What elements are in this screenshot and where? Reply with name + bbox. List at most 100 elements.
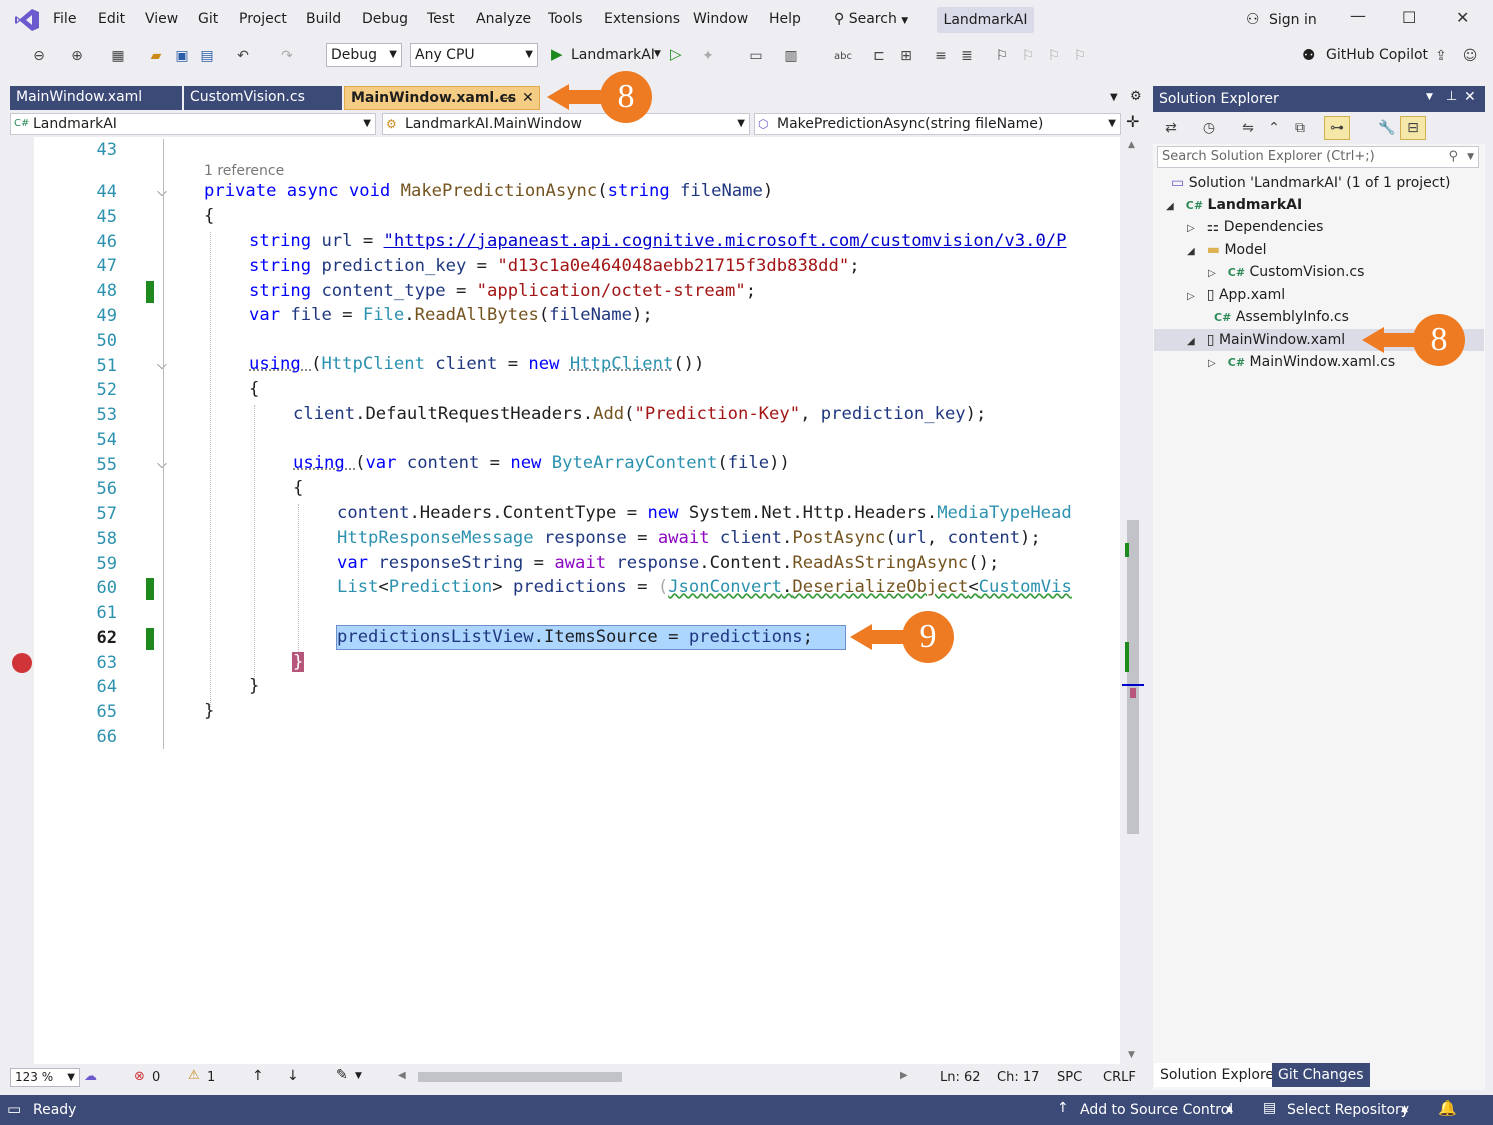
tab-git-changes[interactable]: Git Changes: [1272, 1063, 1370, 1087]
intellicode-icon[interactable]: ☁: [84, 1069, 97, 1084]
tree-item-app-xaml[interactable]: ▷ ▯ App.xaml: [1187, 285, 1285, 307]
menu-analyze[interactable]: Analyze: [476, 11, 531, 27]
add-to-source-control-button[interactable]: Add to Source Control: [1080, 1102, 1233, 1118]
tab-solution-explorer[interactable]: Solution Explorer: [1154, 1063, 1286, 1087]
codelens-references[interactable]: 1 reference: [204, 163, 284, 179]
whitespace-indicator[interactable]: SPC: [1057, 1070, 1082, 1085]
tree-item-dependencies[interactable]: ▷ ⚏ Dependencies: [1187, 217, 1323, 239]
code-line-58[interactable]: HttpResponseMessage response = await cli…: [337, 528, 1041, 548]
save-all-icon[interactable]: ▤: [196, 45, 218, 67]
menu-debug[interactable]: Debug: [362, 11, 408, 27]
zoom-dropdown[interactable]: 123 % ▼: [10, 1068, 80, 1087]
scroll-right-icon[interactable]: ▶: [900, 1070, 908, 1081]
menu-edit[interactable]: Edit: [98, 11, 125, 27]
pending-changes-icon[interactable]: ◷: [1198, 117, 1220, 139]
maximize-button[interactable]: ☐: [1402, 8, 1416, 27]
code-line-47[interactable]: string prediction_key = "d13c1a0e464048a…: [249, 256, 860, 276]
sign-in-link[interactable]: Sign in: [1269, 12, 1317, 28]
scroll-left-icon[interactable]: ◀: [398, 1070, 406, 1081]
next-issue-icon[interactable]: ↓: [287, 1068, 299, 1084]
properties-icon[interactable]: 🔧: [1376, 117, 1398, 139]
start-debugging-icon[interactable]: ▶: [551, 45, 563, 63]
collapse-chevron-icon[interactable]: ⌵: [157, 185, 167, 200]
expanded-triangle-icon[interactable]: ◢: [1166, 201, 1177, 212]
indent-icon[interactable]: ≡: [930, 45, 952, 67]
save-icon[interactable]: ▣: [171, 45, 193, 67]
chevron-down-icon[interactable]: ▼: [654, 49, 661, 59]
tab-list-dropdown-icon[interactable]: ▼: [1110, 92, 1118, 103]
scroll-down-icon[interactable]: ▼: [1128, 1050, 1135, 1060]
collapse-chevron-icon[interactable]: ⌵: [157, 358, 167, 373]
outdent-icon[interactable]: ≣: [956, 45, 978, 67]
show-all-files-icon[interactable]: ⧉: [1289, 117, 1311, 139]
share-icon[interactable]: ⇪: [1430, 45, 1452, 67]
select-repository-button[interactable]: Select Repository: [1287, 1102, 1409, 1118]
project-navigation-dropdown[interactable]: C# LandmarkAI ▼: [10, 113, 376, 135]
code-line-44[interactable]: private async void MakePredictionAsync(s…: [204, 181, 773, 201]
collapsed-triangle-icon[interactable]: ▷: [1187, 291, 1198, 302]
feedback-icon[interactable]: ☺: [1459, 45, 1481, 67]
hot-reload-icon[interactable]: ✦: [697, 45, 719, 67]
code-line-49[interactable]: var file = File.ReadAllBytes(fileName);: [249, 305, 653, 325]
code-line-48[interactable]: string content_type = "application/octet…: [249, 281, 756, 301]
menu-build[interactable]: Build: [306, 11, 341, 27]
tree-item-customvision[interactable]: ▷ C# CustomVision.cs: [1208, 262, 1364, 284]
solution-explorer-search[interactable]: Search Solution Explorer (Ctrl+;) ⚲ ▼: [1157, 146, 1479, 168]
forward-icon[interactable]: ⊕: [66, 45, 88, 67]
code-line-63[interactable]: }: [292, 652, 305, 672]
collapse-chevron-icon[interactable]: ⌵: [157, 457, 167, 472]
copilot-button[interactable]: GitHub Copilot: [1326, 47, 1428, 63]
close-icon[interactable]: ✕: [1464, 89, 1476, 105]
code-editor[interactable]: [10, 137, 1120, 1064]
preview-selected-icon[interactable]: ⊟: [1400, 116, 1426, 140]
redo-icon[interactable]: ↷: [276, 45, 298, 67]
code-line-59[interactable]: var responseString = await response.Cont…: [337, 553, 999, 573]
code-line-56[interactable]: {: [293, 478, 303, 498]
menu-help[interactable]: Help: [769, 11, 801, 27]
menu-extensions[interactable]: Extensions: [604, 11, 680, 27]
indicator-margin[interactable]: [10, 137, 34, 1064]
bookmark-icon[interactable]: ⚐: [991, 45, 1013, 67]
layout-icon[interactable]: ▥: [780, 45, 802, 67]
search-box[interactable]: ⚲ Search ▼: [834, 11, 908, 27]
columns-icon[interactable]: ⊞: [895, 45, 917, 67]
tree-item-solution[interactable]: ▭ Solution 'LandmarkAI' (1 of 1 project): [1171, 173, 1450, 193]
notifications-bell-icon[interactable]: 🔔: [1438, 1099, 1457, 1117]
configuration-dropdown[interactable]: Debug ▼: [326, 43, 402, 67]
menu-window[interactable]: Window: [693, 11, 748, 27]
scroll-thumb[interactable]: [1127, 520, 1139, 834]
pin-icon[interactable]: ⊥: [1446, 89, 1457, 104]
panel-menu-icon[interactable]: ▼: [1426, 92, 1433, 102]
breakpoint-icon[interactable]: [12, 653, 32, 673]
menu-project[interactable]: Project: [239, 11, 287, 27]
chevron-down-icon[interactable]: ▼: [355, 1071, 362, 1081]
code-cleanup-icon[interactable]: ✎: [336, 1067, 348, 1083]
collapse-all-icon[interactable]: ⌃: [1263, 117, 1285, 139]
menu-view[interactable]: View: [145, 11, 178, 27]
line-indicator[interactable]: Ln: 62: [940, 1070, 981, 1085]
tab-customvision-cs[interactable]: CustomVision.cs: [184, 86, 342, 110]
settings-gear-icon[interactable]: ⚙: [1130, 89, 1142, 104]
tree-item-mainwindow-xaml-cs[interactable]: ▷ C# MainWindow.xaml.cs: [1208, 352, 1395, 374]
tree-item-model-folder[interactable]: ◢ ▬ Model: [1187, 240, 1267, 262]
expanded-triangle-icon[interactable]: ◢: [1187, 336, 1198, 347]
code-line-45[interactable]: {: [204, 206, 214, 226]
next-bookmark-icon[interactable]: ⚐: [1043, 45, 1065, 67]
collapsed-triangle-icon[interactable]: ▷: [1208, 268, 1219, 279]
code-line-62[interactable]: predictionsListView.ItemsSource = predic…: [337, 627, 813, 647]
menu-tools[interactable]: Tools: [548, 11, 583, 27]
minimize-button[interactable]: —: [1350, 6, 1366, 25]
tab-mainwindow-xaml-cs[interactable]: MainWindow.xaml.cs ⊸ ✕: [344, 86, 540, 110]
step-icon[interactable]: ⊏: [868, 45, 890, 67]
warning-count[interactable]: 1: [207, 1070, 215, 1085]
prev-bookmark-icon[interactable]: ⚐: [1017, 45, 1039, 67]
code-line-53[interactable]: client.DefaultRequestHeaders.Add("Predic…: [293, 404, 986, 424]
error-count[interactable]: 0: [152, 1070, 160, 1085]
open-folder-icon[interactable]: ▰: [145, 45, 167, 67]
code-line-55[interactable]: using (var content = new ByteArrayConten…: [293, 453, 790, 473]
code-line-46[interactable]: string url = "https://japaneast.api.cogn…: [249, 231, 1067, 251]
menu-git[interactable]: Git: [198, 11, 218, 27]
clear-bookmarks-icon[interactable]: ⚐: [1069, 45, 1091, 67]
close-icon[interactable]: ✕: [522, 87, 534, 109]
spell-check-icon[interactable]: abc: [832, 45, 854, 67]
